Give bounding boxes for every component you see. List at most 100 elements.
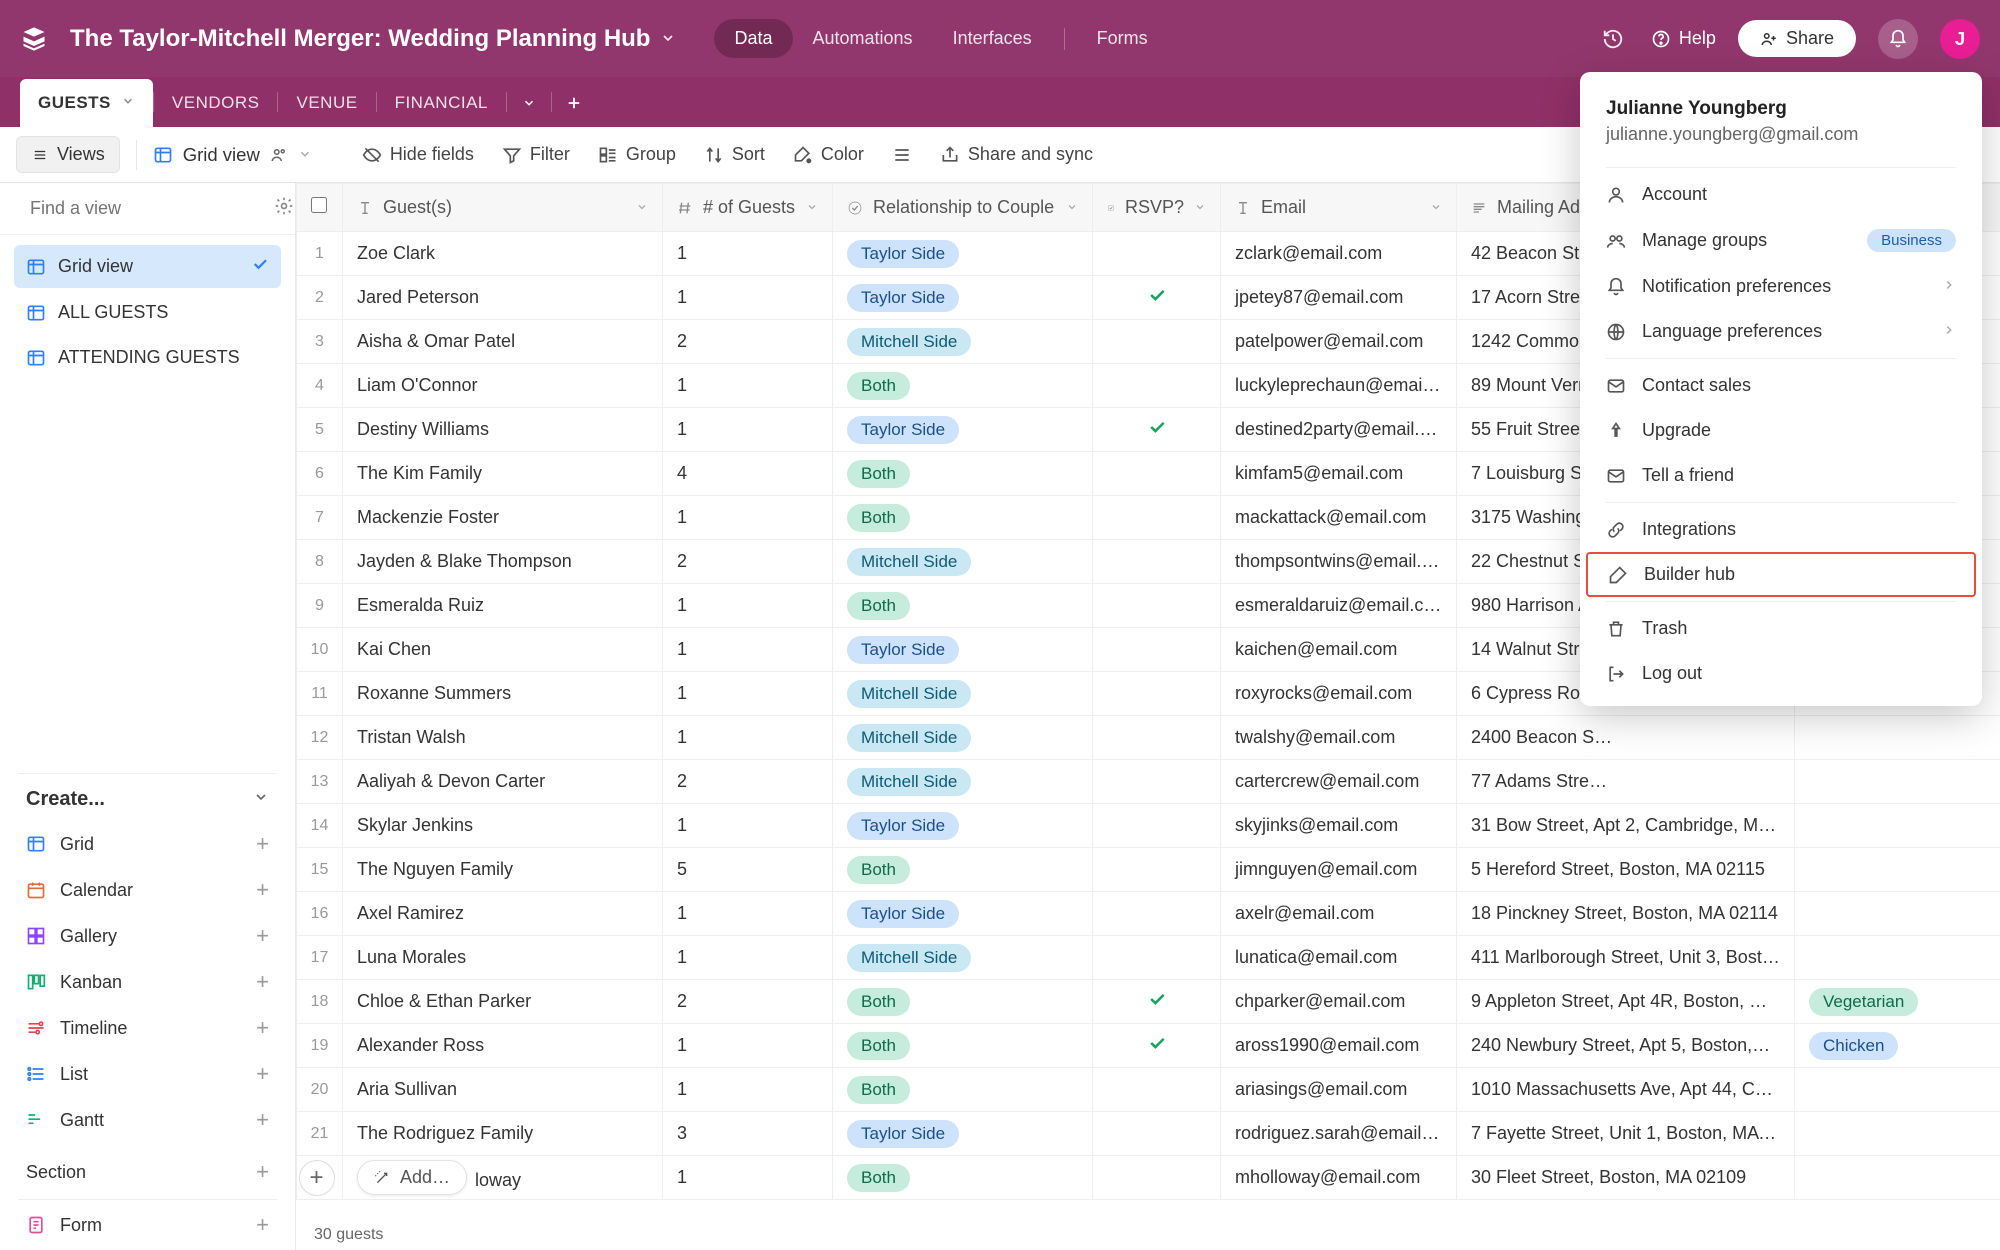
cell-rel[interactable]: Taylor Side: [833, 408, 1093, 452]
view-item[interactable]: Grid view: [14, 245, 281, 288]
cell-addr[interactable]: 240 Newbury Street, Apt 5, Boston,…: [1457, 1024, 1795, 1068]
table-row[interactable]: 13Aaliyah & Devon Carter2Mitchell Sideca…: [297, 760, 2000, 804]
help-button[interactable]: Help: [1651, 28, 1716, 49]
create-gallery[interactable]: Gallery+: [18, 913, 277, 959]
cell-meal[interactable]: Vegetarian: [1795, 980, 2000, 1024]
table-tab-vendors[interactable]: VENDORS: [154, 79, 278, 127]
cell-rsvp[interactable]: [1093, 276, 1221, 320]
cell-rel[interactable]: Both: [833, 364, 1093, 408]
view-item[interactable]: ALL GUESTS: [14, 292, 281, 333]
cell-count[interactable]: 2: [663, 760, 833, 804]
cell-addr[interactable]: 1010 Massachusetts Ave, Apt 44, Ca…: [1457, 1068, 1795, 1112]
cell-rsvp[interactable]: [1093, 980, 1221, 1024]
chevron-down-icon[interactable]: [1430, 197, 1442, 218]
menu-trash[interactable]: Trash: [1580, 606, 1982, 651]
cell-addr[interactable]: 2400 Beacon S…: [1457, 716, 1795, 760]
create-timeline[interactable]: Timeline+: [18, 1005, 277, 1051]
cell-addr[interactable]: 5 Hereford Street, Boston, MA 02115: [1457, 848, 1795, 892]
cell-count[interactable]: 1: [663, 1068, 833, 1112]
cell-meal[interactable]: [1795, 848, 2000, 892]
table-row[interactable]: 14Skylar Jenkins1Taylor Sideskyjinks@ema…: [297, 804, 2000, 848]
cell-rsvp[interactable]: [1093, 540, 1221, 584]
cell-count[interactable]: 2: [663, 540, 833, 584]
cell-meal[interactable]: Chicken: [1795, 1024, 2000, 1068]
cell-email[interactable]: cartercrew@email.com: [1221, 760, 1457, 804]
cell-rsvp[interactable]: [1093, 364, 1221, 408]
cell-count[interactable]: 1: [663, 232, 833, 276]
cell-email[interactable]: mackattack@email.com: [1221, 496, 1457, 540]
table-row[interactable]: 17Luna Morales1Mitchell Sidelunatica@ema…: [297, 936, 2000, 980]
column-header[interactable]: Email: [1221, 184, 1457, 232]
cell-rel[interactable]: Taylor Side: [833, 804, 1093, 848]
share-sync-button[interactable]: Share and sync: [932, 138, 1101, 171]
base-title[interactable]: The Taylor-Mitchell Merger: Wedding Plan…: [70, 25, 676, 53]
cell-addr[interactable]: 7 Fayette Street, Unit 1, Boston, MA …: [1457, 1112, 1795, 1156]
select-all[interactable]: [311, 197, 327, 213]
cell-rel[interactable]: Both: [833, 1068, 1093, 1112]
cell-rsvp[interactable]: [1093, 848, 1221, 892]
cell-meal[interactable]: [1795, 760, 2000, 804]
tables-more[interactable]: [507, 79, 551, 127]
cell-count[interactable]: 1: [663, 496, 833, 540]
cell-name[interactable]: Zoe Clark: [343, 232, 663, 276]
cell-name[interactable]: Mackenzie Foster: [343, 496, 663, 540]
nav-automations[interactable]: Automations: [793, 19, 933, 58]
cell-rel[interactable]: Mitchell Side: [833, 936, 1093, 980]
menu-integrations[interactable]: Integrations: [1580, 507, 1982, 552]
cell-name[interactable]: Tristan Walsh: [343, 716, 663, 760]
cell-email[interactable]: ariasings@email.com: [1221, 1068, 1457, 1112]
cell-name[interactable]: Chloe & Ethan Parker: [343, 980, 663, 1024]
cell-email[interactable]: kaichen@email.com: [1221, 628, 1457, 672]
column-header[interactable]: RSVP?: [1093, 184, 1221, 232]
plus-icon[interactable]: +: [299, 1160, 335, 1196]
create-section[interactable]: Section +: [0, 1145, 295, 1199]
filter-button[interactable]: Filter: [494, 138, 578, 171]
cell-email[interactable]: twalshy@email.com: [1221, 716, 1457, 760]
group-button[interactable]: Group: [590, 138, 684, 171]
cell-name[interactable]: Aria Sullivan: [343, 1068, 663, 1112]
cell-count[interactable]: 2: [663, 980, 833, 1024]
cell-rsvp[interactable]: [1093, 628, 1221, 672]
cell-rsvp[interactable]: [1093, 496, 1221, 540]
create-form[interactable]: Form +: [18, 1202, 277, 1248]
cell-rel[interactable]: Mitchell Side: [833, 760, 1093, 804]
cell-addr[interactable]: 31 Bow Street, Apt 2, Cambridge, M…: [1457, 804, 1795, 848]
menu-manage-groups[interactable]: Manage groupsBusiness: [1580, 217, 1982, 264]
cell-email[interactable]: kimfam5@email.com: [1221, 452, 1457, 496]
cell-rel[interactable]: Both: [833, 848, 1093, 892]
view-item[interactable]: ATTENDING GUESTS: [14, 337, 281, 378]
cell-rsvp[interactable]: [1093, 936, 1221, 980]
cell-name[interactable]: Roxanne Summers: [343, 672, 663, 716]
create-calendar[interactable]: Calendar+: [18, 867, 277, 913]
cell-name[interactable]: Skylar Jenkins: [343, 804, 663, 848]
add-row[interactable]: +Add…loway1Bothmholloway@email.com30 Fle…: [297, 1156, 2000, 1200]
table-row[interactable]: 19Alexander Ross1Bothaross1990@email.com…: [297, 1024, 2000, 1068]
cell-rsvp[interactable]: [1093, 892, 1221, 936]
cell-count[interactable]: 1: [663, 804, 833, 848]
nav-interfaces[interactable]: Interfaces: [933, 19, 1052, 58]
cell-name[interactable]: Alexander Ross: [343, 1024, 663, 1068]
cell-name[interactable]: Luna Morales: [343, 936, 663, 980]
cell-count[interactable]: 1: [663, 276, 833, 320]
cell-count[interactable]: 4: [663, 452, 833, 496]
cell-email[interactable]: skyjinks@email.com: [1221, 804, 1457, 848]
cell-addr[interactable]: 77 Adams Stre…: [1457, 760, 1795, 804]
cell-rsvp[interactable]: [1093, 584, 1221, 628]
create-grid[interactable]: Grid+: [18, 821, 277, 867]
find-view-input[interactable]: [30, 198, 262, 219]
cell-addr[interactable]: 411 Marlborough Street, Unit 3, Bost…: [1457, 936, 1795, 980]
nav-data[interactable]: Data: [714, 19, 792, 58]
cell-rsvp[interactable]: [1093, 760, 1221, 804]
cell-name[interactable]: Aisha & Omar Patel: [343, 320, 663, 364]
cell-rsvp[interactable]: [1093, 452, 1221, 496]
cell-count[interactable]: 1: [663, 364, 833, 408]
cell-addr[interactable]: 9 Appleton Street, Apt 4R, Boston, …: [1457, 980, 1795, 1024]
table-row[interactable]: 20Aria Sullivan1Bothariasings@email.com1…: [297, 1068, 2000, 1112]
cell-rsvp[interactable]: [1093, 716, 1221, 760]
nav-forms[interactable]: Forms: [1077, 19, 1168, 58]
cell-rsvp[interactable]: [1093, 1068, 1221, 1112]
cell-name[interactable]: Kai Chen: [343, 628, 663, 672]
table-tab-venue[interactable]: VENUE: [278, 79, 375, 127]
cell-rsvp[interactable]: [1093, 1024, 1221, 1068]
chevron-down-icon[interactable]: [806, 197, 818, 218]
